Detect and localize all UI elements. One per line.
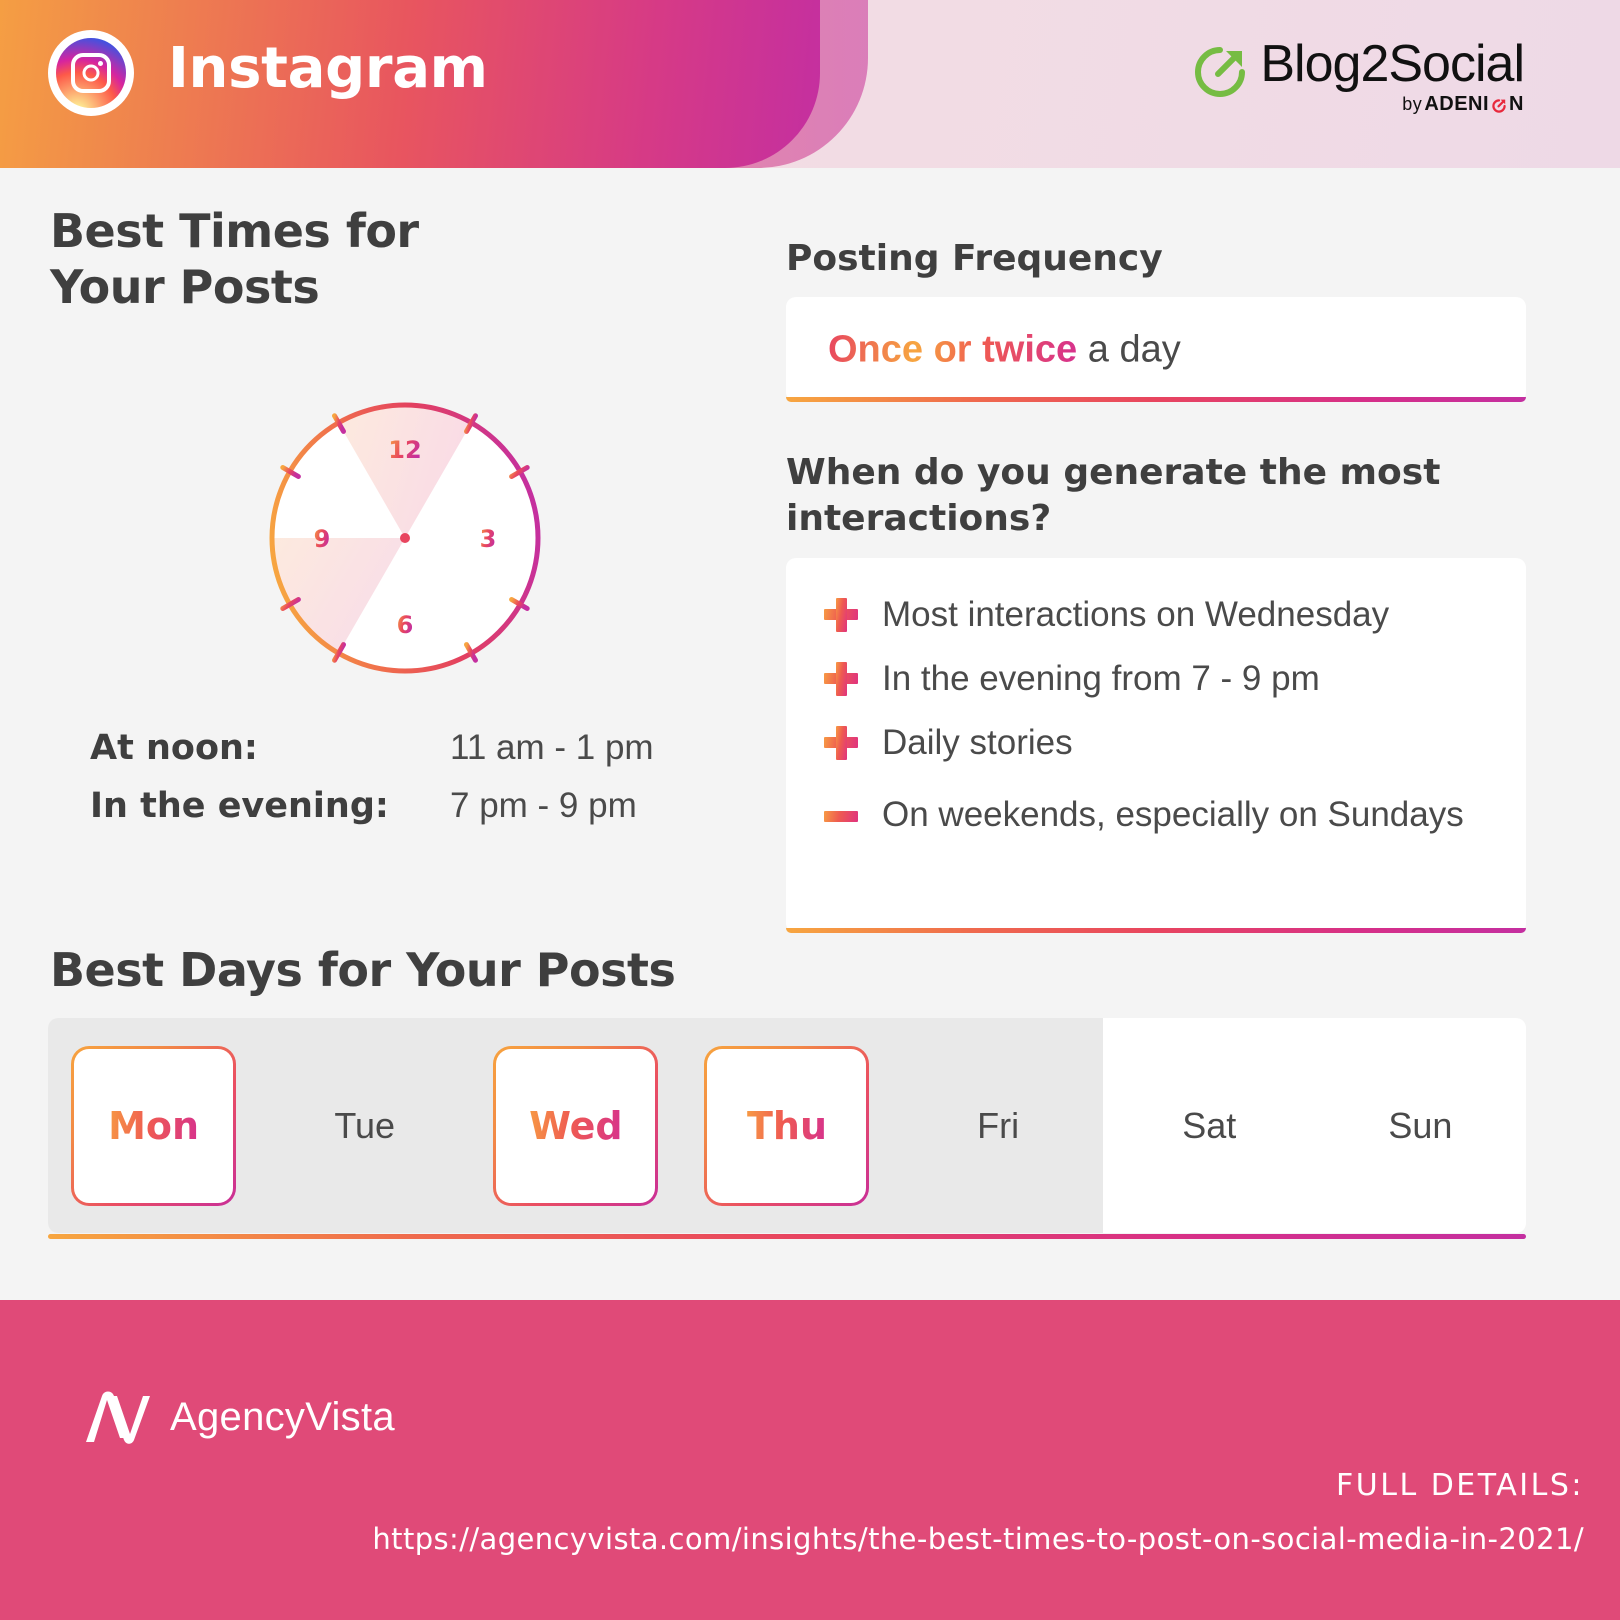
header: Instagram Blog2Social by ADENI N — [0, 0, 1620, 168]
best-times-table: At noon: 11 am - 1 pm In the evening: 7 … — [90, 728, 730, 844]
best-days-title: Best Days for Your Posts — [50, 943, 676, 997]
infographic-page: Instagram Blog2Social by ADENI N Best Time… — [0, 0, 1620, 1620]
clock-numeral-6: 6 — [397, 611, 414, 639]
plus-icon — [822, 656, 864, 702]
list-item: Most interactions on Wednesday — [822, 592, 1496, 638]
agencyvista-label: AgencyVista — [170, 1394, 395, 1439]
day-label: Tue — [334, 1104, 396, 1146]
adenion-byline: by ADENI N — [1402, 93, 1524, 116]
day-cell-thu[interactable]: Thu — [681, 1018, 892, 1233]
full-details-label: FULL DETAILS: — [1336, 1468, 1584, 1503]
posting-frequency-accent: Once or twice — [828, 328, 1078, 370]
best-days-strip: Mon Tue Wed Thu Fri Sat Sun — [48, 1018, 1526, 1239]
blog2social-wordmark: Blog2Social by ADENI N — [1260, 35, 1525, 116]
minus-icon — [822, 792, 864, 838]
day-label: Sun — [1388, 1104, 1453, 1146]
instagram-icon-gradient — [56, 38, 126, 108]
day-cell-mon[interactable]: Mon — [48, 1018, 259, 1233]
posting-frequency-value: Once or twice a day — [828, 328, 1181, 371]
day-label: Wed — [529, 1103, 623, 1148]
best-times-clock: 12 3 6 9 — [255, 388, 555, 688]
adenion-start: ADENI — [1424, 93, 1490, 115]
day-highlight-inner: Wed — [496, 1048, 656, 1203]
interactions-list: Most interactions on Wednesday In the ev… — [822, 592, 1496, 856]
day-label: Fri — [977, 1104, 1020, 1146]
footer: AgencyVista FULL DETAILS: https://agency… — [0, 1300, 1620, 1620]
interactions-card: Most interactions on Wednesday In the ev… — [786, 558, 1526, 933]
posting-frequency-title: Posting Frequency — [786, 238, 1163, 279]
best-times-row: At noon: 11 am - 1 pm — [90, 728, 730, 768]
adenion-o-icon — [1491, 97, 1507, 113]
best-times-value: 7 pm - 9 pm — [450, 786, 637, 825]
day-highlight-box[interactable]: Thu — [704, 1045, 870, 1206]
best-times-label: At noon: — [90, 728, 258, 768]
blog2social-name: Blog2Social — [1260, 35, 1525, 93]
blog2social-logo: Blog2Social by ADENI N — [1192, 35, 1525, 116]
interactions-title: When do you generate the most interactio… — [786, 452, 1441, 540]
best-times-title: Best Times for Your Posts — [50, 204, 419, 315]
day-label: Sat — [1182, 1104, 1237, 1146]
best-times-row: In the evening: 7 pm - 9 pm — [90, 786, 730, 826]
plus-icon — [822, 592, 864, 638]
list-item-label: Most interactions on Wednesday — [882, 595, 1390, 634]
by-label: by — [1402, 94, 1423, 114]
day-cell-sun[interactable]: Sun — [1315, 1018, 1526, 1233]
network-title: Instagram — [168, 36, 488, 101]
day-highlight-box[interactable]: Mon — [71, 1045, 237, 1206]
circular-arrow-icon — [1195, 47, 1246, 97]
day-cell-wed[interactable]: Wed — [470, 1018, 681, 1233]
instagram-camera-glyph — [71, 53, 111, 93]
day-highlight-box[interactable]: Wed — [493, 1045, 659, 1206]
clock-center-dot — [400, 533, 410, 543]
day-label: Thu — [746, 1103, 827, 1148]
day-cell-sat[interactable]: Sat — [1104, 1018, 1315, 1233]
clock-numeral-3: 3 — [480, 525, 497, 553]
list-item-label: Daily stories — [882, 723, 1073, 762]
list-item: Daily stories — [822, 720, 1496, 766]
day-cell-fri[interactable]: Fri — [893, 1018, 1104, 1233]
posting-frequency-card: Once or twice a day — [786, 297, 1526, 402]
best-days-row: Mon Tue Wed Thu Fri Sat Sun — [48, 1018, 1526, 1233]
day-cell-tue[interactable]: Tue — [259, 1018, 470, 1233]
posting-frequency-rest: a day — [1077, 328, 1181, 370]
plus-icon — [822, 720, 864, 766]
list-item: On weekends, especially on Sundays — [822, 792, 1496, 838]
best-times-value: 11 am - 1 pm — [450, 728, 654, 767]
clock-numeral-9: 9 — [314, 525, 331, 553]
day-highlight-inner: Mon — [74, 1048, 234, 1203]
clock-svg: 12 3 6 9 — [261, 394, 549, 682]
day-highlight-inner: Thu — [707, 1048, 867, 1203]
list-item-label: On weekends, especially on Sundays — [882, 795, 1464, 834]
day-label: Mon — [108, 1103, 200, 1148]
instagram-icon — [48, 30, 134, 116]
list-item: In the evening from 7 - 9 pm — [822, 656, 1496, 702]
agencyvista-logo: AgencyVista — [84, 1390, 395, 1444]
list-item-label: In the evening from 7 - 9 pm — [882, 659, 1320, 698]
adenion-end: N — [1509, 93, 1524, 115]
clock-numeral-12: 12 — [388, 436, 421, 464]
footer-url[interactable]: https://agencyvista.com/insights/the-bes… — [372, 1522, 1584, 1556]
agencyvista-logo-icon — [86, 1391, 150, 1444]
best-times-label: In the evening: — [90, 786, 389, 826]
